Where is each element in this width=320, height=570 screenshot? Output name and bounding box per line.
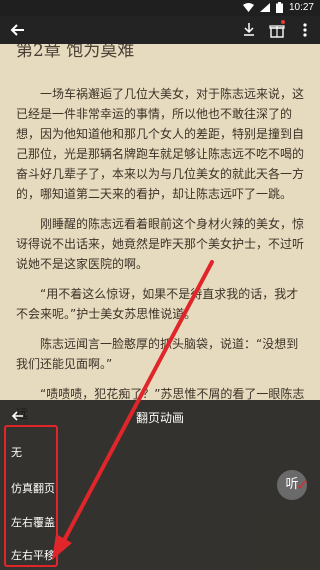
- option-none[interactable]: 无: [11, 444, 22, 460]
- back-arrow-icon[interactable]: [8, 20, 28, 40]
- more-menu-icon[interactable]: [296, 20, 314, 40]
- selected-check-icon: ✓: [296, 476, 309, 494]
- gift-icon[interactable]: [268, 20, 286, 40]
- wifi-icon: [242, 3, 254, 12]
- reader-toolbar: [0, 16, 320, 44]
- status-icons: 10:27: [242, 2, 314, 13]
- chapter-title: 第2章 饱为莫难: [16, 44, 135, 61]
- download-icon[interactable]: [240, 20, 258, 40]
- battery-icon: [275, 2, 283, 13]
- option-cover-slide[interactable]: 左右覆盖: [11, 514, 55, 530]
- paragraph: 陈志远闻言一脸憨厚的抓头脑袋，说道：“没想到我们还能见面啊。”: [16, 337, 299, 371]
- notification-dot: [281, 20, 285, 24]
- status-bar: 10:27: [0, 0, 320, 16]
- paragraph: 一场车祸邂逅了几位大美女，对于陈志远来说，这已经是一件非常幸运的事情，所以他也不…: [16, 87, 305, 201]
- panel-title: 翻页动画: [135, 411, 184, 425]
- paragraph: 刚睡醒的陈志远看着眼前这个身材火辣的美女，惊讶得说不出话来，她竟然是昨天那个美女…: [16, 217, 305, 271]
- option-simulated-flip[interactable]: 仿真翻页: [11, 480, 55, 496]
- status-time: 10:27: [288, 2, 314, 13]
- signal-icon: [259, 3, 270, 12]
- page-turn-panel: 翻页动画 无 仿真翻页 左右覆盖 左右平移 听 ✓: [0, 400, 320, 570]
- option-horizontal-scroll[interactable]: 左右平移: [11, 547, 55, 563]
- paragraph: “用不着这么惊讶，如果不是待直求我的话，我才不会来呢。”护士美女苏思惟说道。: [16, 287, 299, 321]
